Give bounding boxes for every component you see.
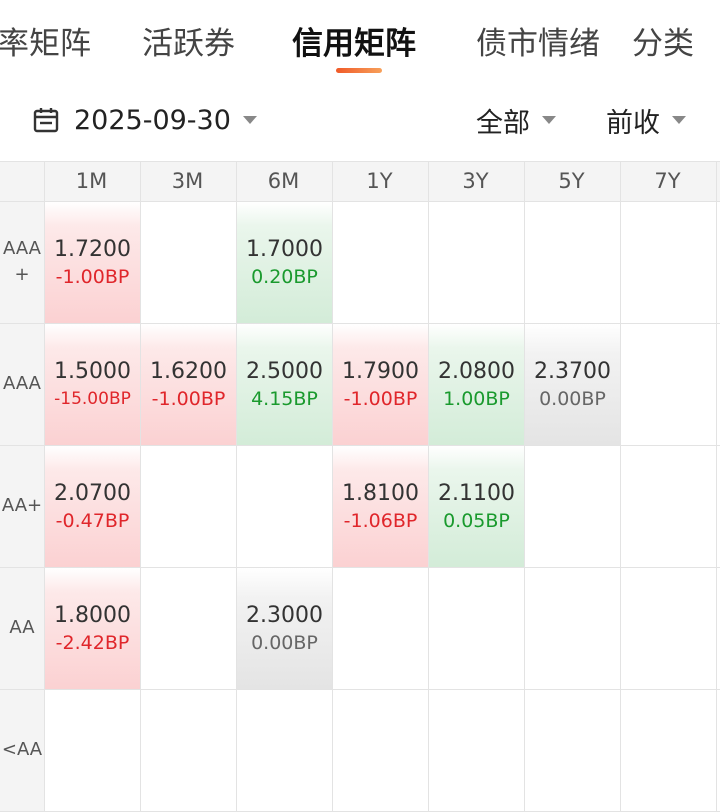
grid-line <box>620 161 621 811</box>
yield-value: 1.5000 <box>54 358 131 384</box>
column-header: 1M <box>75 169 108 193</box>
matrix-cell[interactable]: 2.3700 0.00BP <box>525 324 620 445</box>
yield-value: 2.3000 <box>246 602 323 628</box>
grid-line <box>332 161 333 811</box>
caret-down-icon <box>242 116 257 124</box>
active-tab-indicator <box>336 68 382 73</box>
credit-matrix-table: 1M 3M 6M 1Y 3Y 5Y 7Y AAA + 1.7200 -1.00BP 1.7000 0… <box>0 161 720 812</box>
matrix-cell[interactable]: 1.8000 -2.42BP <box>45 568 140 689</box>
yield-change: 1.00BP <box>443 387 510 410</box>
caret-down-icon <box>672 116 686 124</box>
yield-value: 1.8100 <box>342 480 419 506</box>
matrix-cell[interactable]: 2.0800 1.00BP <box>429 324 524 445</box>
matrix-cell[interactable]: 1.6200 -1.00BP <box>141 324 236 445</box>
tab-rate-matrix[interactable]: 率矩阵 <box>0 24 91 64</box>
grid-line <box>0 323 720 324</box>
calendar-icon <box>33 108 59 133</box>
row-header: AA+ <box>0 445 44 567</box>
yield-change: 0.00BP <box>539 387 606 410</box>
column-header: 3M <box>171 169 204 193</box>
yield-value: 1.8000 <box>54 602 131 628</box>
yield-change: -1.00BP <box>151 387 226 410</box>
yield-value: 2.0800 <box>438 358 515 384</box>
grid-line <box>524 161 525 811</box>
grid-line <box>0 445 720 446</box>
yield-value: 2.3700 <box>534 358 611 384</box>
basis-select[interactable]: 前收 <box>606 100 686 140</box>
matrix-cell[interactable]: 1.7200 -1.00BP <box>45 202 140 323</box>
filter-bar: 2025-09-30 全部 前收 <box>0 92 720 148</box>
row-header: AAA <box>0 323 44 445</box>
column-header: 5Y <box>558 169 585 193</box>
yield-value: 2.5000 <box>246 358 323 384</box>
scope-select[interactable]: 全部 <box>476 100 556 140</box>
yield-value: 1.7000 <box>246 236 323 262</box>
yield-change: -15.00BP <box>54 388 131 409</box>
yield-change: 0.00BP <box>251 631 318 654</box>
column-header-row: 1M 3M 6M 1Y 3Y 5Y 7Y <box>0 161 720 201</box>
grid-line <box>0 567 720 568</box>
yield-value: 2.0700 <box>54 480 131 506</box>
matrix-cell[interactable]: 1.8100 -1.06BP <box>333 446 428 567</box>
grid-line <box>716 161 717 811</box>
matrix-cell[interactable]: 1.7900 -1.00BP <box>333 324 428 445</box>
yield-value: 2.1100 <box>438 480 515 506</box>
yield-value: 1.7900 <box>342 358 419 384</box>
tab-category[interactable]: 分类 <box>632 24 694 64</box>
matrix-cell[interactable]: 2.1100 0.05BP <box>429 446 524 567</box>
grid-line <box>140 161 141 811</box>
yield-change: -1.00BP <box>343 387 418 410</box>
yield-value: 1.7200 <box>54 236 131 262</box>
yield-change: -0.47BP <box>55 509 130 532</box>
matrix-cell[interactable]: 2.3000 0.00BP <box>237 568 332 689</box>
grid-line <box>428 161 429 811</box>
tab-bond-sentiment[interactable]: 债市情绪 <box>476 24 600 64</box>
column-header: 6M <box>267 169 300 193</box>
yield-value: 1.6200 <box>150 358 227 384</box>
row-header: AA <box>0 567 44 689</box>
grid-line <box>0 161 720 162</box>
matrix-cell[interactable]: 1.7000 0.20BP <box>237 202 332 323</box>
row-header: AAA + <box>0 201 44 323</box>
grid-line <box>236 161 237 811</box>
column-header: 7Y <box>654 169 681 193</box>
date-value: 2025-09-30 <box>74 104 231 136</box>
column-header: 1Y <box>366 169 393 193</box>
top-tab-bar: 率矩阵 活跃券 信用矩阵 债市情绪 分类 <box>0 0 720 80</box>
column-header: 3Y <box>462 169 489 193</box>
date-picker[interactable]: 2025-09-30 <box>32 100 257 140</box>
matrix-cell[interactable]: 1.5000 -15.00BP <box>45 324 140 445</box>
yield-change: -1.06BP <box>343 509 418 532</box>
row-header: <AA <box>0 689 44 811</box>
grid-line <box>0 689 720 690</box>
tab-credit-matrix[interactable]: 信用矩阵 <box>292 24 416 64</box>
yield-change: 0.05BP <box>443 509 510 532</box>
tab-active-bonds[interactable]: 活跃券 <box>142 24 235 64</box>
matrix-cell[interactable]: 2.5000 4.15BP <box>237 324 332 445</box>
basis-value: 前收 <box>606 107 660 139</box>
caret-down-icon <box>542 116 556 124</box>
yield-change: -2.42BP <box>55 631 130 654</box>
matrix-cell[interactable]: 2.0700 -0.47BP <box>45 446 140 567</box>
grid-line <box>44 161 45 811</box>
yield-change: -1.00BP <box>55 265 130 288</box>
scope-value: 全部 <box>476 107 530 139</box>
yield-change: 0.20BP <box>251 265 318 288</box>
yield-change: 4.15BP <box>251 387 318 410</box>
grid-line <box>0 201 720 202</box>
